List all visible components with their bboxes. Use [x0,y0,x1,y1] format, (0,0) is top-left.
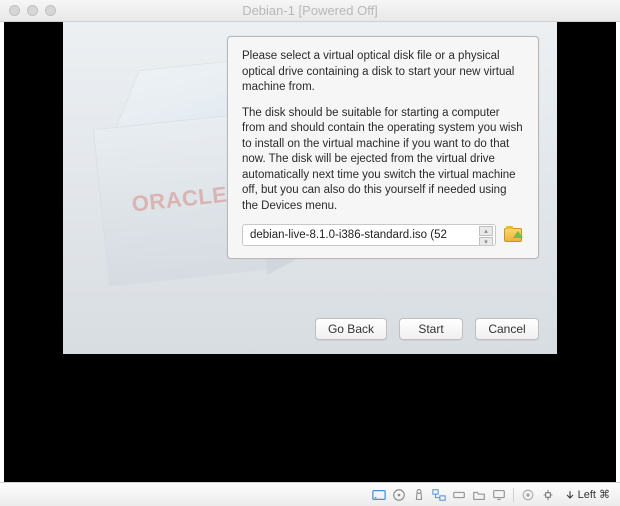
wizard-panel: ORACLE Please select a virtual optical d… [63,22,557,354]
audio-icon[interactable] [411,487,427,503]
network-icon[interactable] [431,487,447,503]
host-key-label: Left ⌘ [578,488,610,501]
select-stepper[interactable]: ▴ ▾ [479,226,493,244]
arrow-down-icon [564,489,576,501]
dialog-para-1: Please select a virtual optical disk fil… [242,49,524,96]
folder-open-icon [504,228,522,242]
close-window-button[interactable] [9,5,20,16]
stepper-up-icon[interactable]: ▴ [479,226,493,236]
usb-icon[interactable] [451,487,467,503]
oracle-logo-text: ORACLE [131,182,229,218]
cancel-button[interactable]: Cancel [475,318,539,340]
optical-disk-select[interactable]: debian-live-8.1.0-i386-standard.iso (52 … [242,224,496,246]
shared-folder-icon[interactable] [471,487,487,503]
optical-disk-icon[interactable] [391,487,407,503]
traffic-lights [0,5,56,16]
window-title: Debian-1 [Powered Off] [0,3,620,18]
mouse-integration-icon[interactable] [540,487,556,503]
recording-icon[interactable] [520,487,536,503]
vm-display-area: ORACLE Please select a virtual optical d… [4,22,616,482]
display-icon[interactable] [491,487,507,503]
dialog-button-row: Go Back Start Cancel [315,318,539,340]
dialog-para-2: The disk should be suitable for starting… [242,106,524,215]
minimize-window-button[interactable] [27,5,38,16]
zoom-window-button[interactable] [45,5,56,16]
browse-disk-button[interactable] [502,225,524,245]
optical-disk-select-value: debian-live-8.1.0-i386-standard.iso (52 [250,229,479,241]
startup-disk-dialog: Please select a virtual optical disk fil… [227,36,539,259]
statusbar-divider [513,488,514,502]
vm-status-bar: Left ⌘ [0,482,620,506]
host-key-indicator[interactable]: Left ⌘ [560,488,614,501]
stepper-down-icon[interactable]: ▾ [479,237,493,246]
window-titlebar: Debian-1 [Powered Off] [0,0,620,22]
go-back-button[interactable]: Go Back [315,318,387,340]
hard-disk-icon[interactable] [371,487,387,503]
start-button[interactable]: Start [399,318,463,340]
